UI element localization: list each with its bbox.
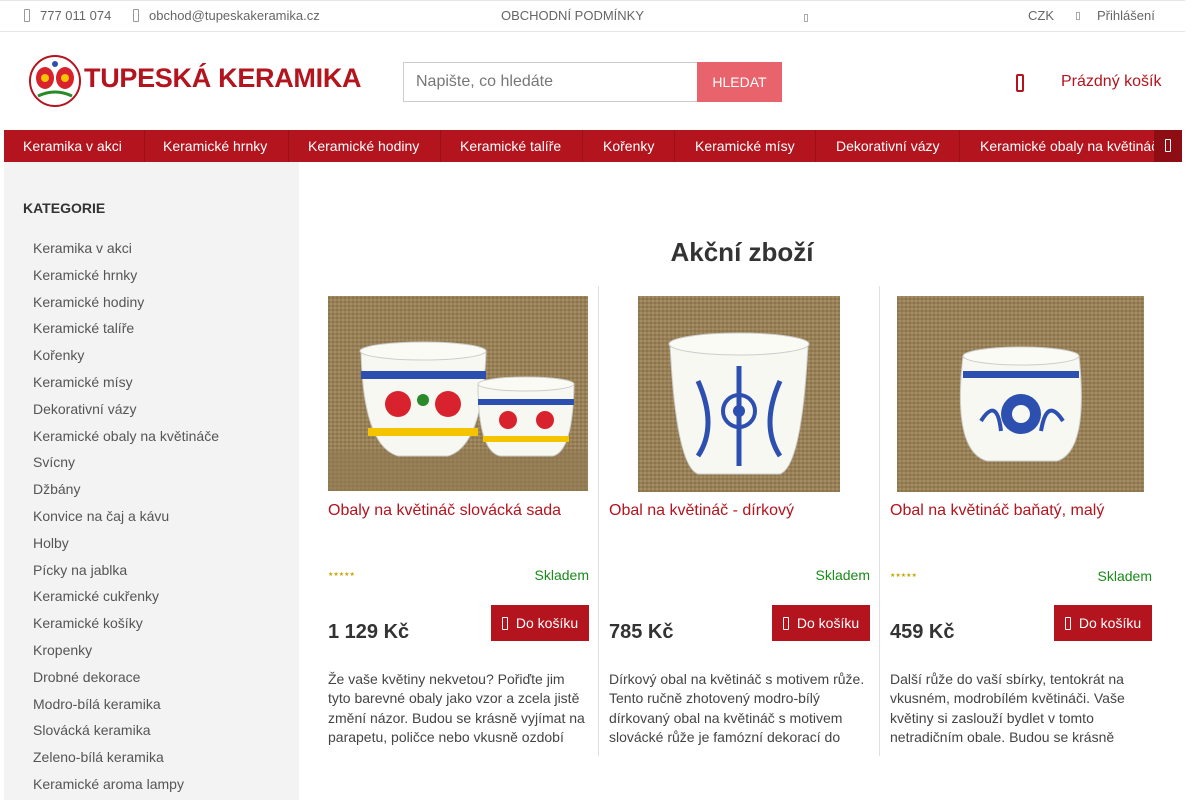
product-image[interactable] — [328, 296, 588, 491]
product-name[interactable]: Obal na květináč - dírkový — [609, 502, 794, 520]
product-name[interactable]: Obal na květináč baňatý, malý — [890, 502, 1104, 520]
product-image[interactable] — [638, 296, 840, 492]
stock-status: Skladem — [815, 567, 870, 583]
sidebar-item[interactable]: Keramické košíky — [33, 613, 219, 640]
sidebar-item[interactable]: Keramické obaly na květináče — [33, 426, 219, 453]
product-photo — [959, 346, 1082, 462]
nav-item-misy[interactable]: Keramické mísy — [695, 130, 795, 162]
cart-label: Prázdný košík — [1061, 73, 1162, 90]
stock-status: Skladem — [534, 567, 589, 583]
nav-divider — [815, 130, 816, 162]
cart-icon — [501, 617, 508, 630]
currency-select[interactable]: CZK — [1028, 8, 1080, 23]
sidebar-item[interactable]: Zeleno-bílá keramika — [33, 747, 219, 774]
product-card: Obaly na květináč slovácká sada ★★★★★ Sk… — [318, 286, 599, 756]
nav-item-keramika-v-akci[interactable]: Keramika v akci — [23, 130, 122, 162]
sidebar-item[interactable]: Svícny — [33, 452, 219, 479]
sidebar-item[interactable]: Keramické hrnky — [33, 265, 219, 292]
add-to-cart-label: Do košíku — [515, 615, 579, 631]
logo[interactable]: TUPESKÁ KERAMIKA — [28, 54, 362, 108]
cart-icon — [782, 617, 789, 630]
nav-divider — [440, 130, 441, 162]
product-photo — [668, 332, 810, 475]
email-link[interactable]: obchod@tupeskakeramika.cz — [133, 8, 320, 23]
nav-item-vazy[interactable]: Dekorativní vázy — [836, 130, 939, 162]
sidebar-item[interactable]: Holby — [33, 533, 219, 560]
dropdown-icon — [804, 14, 808, 22]
phone-number: 777 011 074 — [40, 8, 112, 23]
sidebar: KATEGORIE Keramika v akci Keramické hrnk… — [4, 162, 299, 800]
nav-divider — [144, 130, 145, 162]
sidebar-item[interactable]: Keramické hodiny — [33, 292, 219, 319]
search-button[interactable]: Hledat — [697, 62, 782, 102]
nav-item-obaly[interactable]: Keramické obaly na květináče — [980, 130, 1166, 162]
logo-emblem-icon — [29, 55, 81, 107]
header: TUPESKÁ KERAMIKA Hledat Prázdný košík — [0, 32, 1185, 130]
sidebar-item[interactable]: Keramické talíře — [33, 318, 219, 345]
search-input[interactable] — [403, 62, 697, 102]
nav-item-korenky[interactable]: Kořenky — [603, 130, 654, 162]
nav-item-hrnky[interactable]: Keramické hrnky — [163, 130, 267, 162]
chevron-down-icon — [1076, 12, 1080, 20]
top-bar: 777 011 074 obchod@tupeskakeramika.cz OB… — [0, 0, 1185, 32]
add-to-cart-button[interactable]: Do košíku — [491, 605, 589, 641]
sidebar-item[interactable]: Modro-bílá keramika — [33, 694, 219, 721]
sidebar-item[interactable]: Konvice na čaj a kávu — [33, 506, 219, 533]
nav-divider — [674, 130, 675, 162]
login-link[interactable]: Přihlášení — [1097, 8, 1155, 23]
nav-divider — [288, 130, 289, 162]
product-image[interactable] — [897, 296, 1144, 492]
logo-text: TUPESKÁ KERAMIKA — [84, 63, 362, 93]
add-to-cart-label: Do košíku — [1078, 615, 1142, 631]
email-address: obchod@tupeskakeramika.cz — [149, 8, 320, 23]
add-to-cart-button[interactable]: Do košíku — [1054, 605, 1152, 641]
nav-divider — [959, 130, 960, 162]
nav-divider — [582, 130, 583, 162]
rating-stars: ★★★★★ — [890, 573, 917, 579]
product-price: 459 Kč — [890, 621, 955, 643]
envelope-icon — [133, 9, 139, 22]
page-title: Akční zboží — [670, 237, 814, 267]
product-description: Další růže do vaší sbírky, tentokrát na … — [890, 671, 1125, 746]
main-nav: Keramika v akci Keramické hrnky Keramick… — [4, 130, 1182, 162]
phone-icon — [24, 9, 30, 22]
sidebar-item[interactable]: Keramické mísy — [33, 372, 219, 399]
currency-label: CZK — [1028, 8, 1054, 23]
cart-icon — [1016, 74, 1024, 92]
product-name[interactable]: Obaly na květináč slovácká sada — [328, 502, 561, 520]
terms-link[interactable]: OBCHODNÍ PODMÍNKY — [501, 8, 644, 23]
sidebar-heading: KATEGORIE — [23, 200, 106, 216]
sidebar-item[interactable]: Keramické cukřenky — [33, 586, 219, 613]
product-price: 785 Kč — [609, 621, 674, 643]
sidebar-item[interactable]: Keramika v akci — [33, 238, 219, 265]
category-list: Keramika v akci Keramické hrnky Keramick… — [33, 238, 219, 801]
product-description: Dírkový obal na květináč s motivem růže.… — [609, 671, 865, 746]
product-description: Že vaše květiny nekvetou? Pořiďte jim ty… — [328, 671, 585, 746]
product-card: Obal na květináč - dírkový Skladem 785 K… — [599, 286, 880, 756]
nav-more-button[interactable] — [1154, 130, 1182, 162]
sidebar-item[interactable]: Pícky na jablka — [33, 560, 219, 587]
menu-toggle[interactable] — [804, 10, 808, 25]
phone-link[interactable]: 777 011 074 — [24, 8, 111, 23]
sidebar-item[interactable]: Džbány — [33, 479, 219, 506]
search-form: Hledat — [403, 62, 782, 102]
nav-item-talire[interactable]: Keramické talíře — [460, 130, 561, 162]
sidebar-item[interactable]: Drobné dekorace — [33, 667, 219, 694]
add-to-cart-label: Do košíku — [796, 615, 860, 631]
product-card: Obal na květináč baňatý, malý ★★★★★ Skla… — [880, 286, 1161, 756]
stock-status: Skladem — [1097, 568, 1152, 584]
add-to-cart-button[interactable]: Do košíku — [772, 605, 870, 641]
product-price: 1 129 Kč — [328, 621, 410, 643]
cart-icon — [1064, 617, 1071, 630]
sidebar-item[interactable]: Dekorativní vázy — [33, 399, 219, 426]
sidebar-item[interactable]: Slovácká keramika — [33, 720, 219, 747]
product-photo — [328, 341, 588, 491]
sidebar-item[interactable]: Kropenky — [33, 640, 219, 667]
rating-stars: ★★★★★ — [328, 572, 355, 578]
chevron-right-icon — [1165, 139, 1171, 152]
sidebar-item[interactable]: Keramické aroma lampy — [33, 774, 219, 801]
nav-item-hodiny[interactable]: Keramické hodiny — [308, 130, 419, 162]
sidebar-item[interactable]: Kořenky — [33, 345, 219, 372]
